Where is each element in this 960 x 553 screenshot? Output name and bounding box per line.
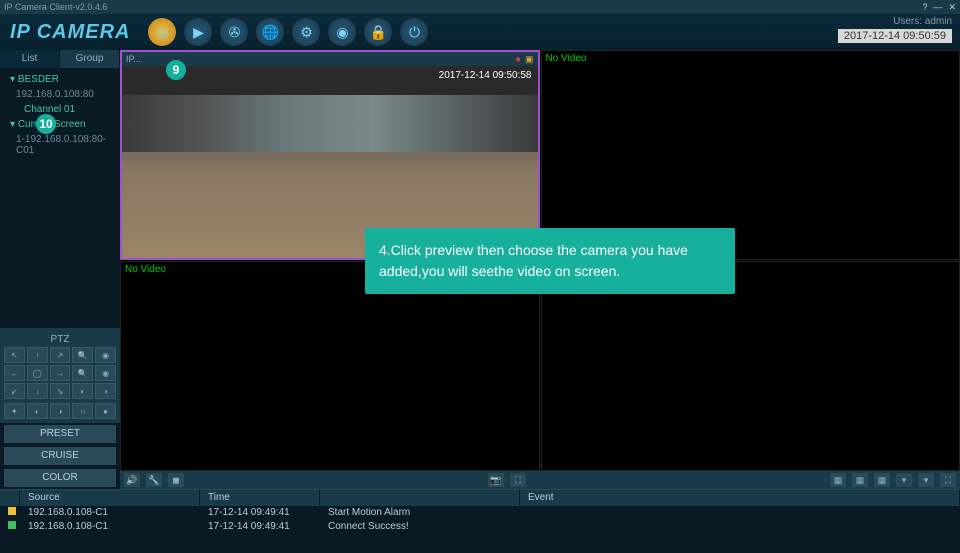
no-video-label: No Video bbox=[125, 264, 166, 275]
log-table: Source Time Event 192.168.0.108-C1 17-12… bbox=[0, 489, 960, 553]
ptz-extra2[interactable]: ◐ bbox=[27, 403, 48, 419]
ptz-focus-out[interactable]: ◑ bbox=[95, 383, 116, 399]
web-icon[interactable]: 🌐 bbox=[256, 18, 284, 46]
col-source: Source bbox=[20, 490, 200, 506]
cell-ip: IP... bbox=[126, 54, 141, 64]
col-event: Event bbox=[520, 490, 960, 506]
tree-screen-item[interactable]: 1-192.168.0.108:80-C01 bbox=[2, 132, 118, 158]
lock-icon[interactable]: 🔒 bbox=[364, 18, 392, 46]
power-icon[interactable]: ⏻ bbox=[400, 18, 428, 46]
cruise-button[interactable]: CRUISE bbox=[4, 447, 116, 465]
no-video-label: No Video bbox=[546, 53, 587, 64]
ptz-left[interactable]: ← bbox=[4, 365, 25, 381]
clock: 2017-12-14 09:50:59 bbox=[838, 29, 952, 43]
control-bar: 🔊 🔧 ◼ 📷 ⛶ ▦ ▦ ▦ ▾ ▾ ⛶ bbox=[120, 471, 960, 489]
layout-1-icon[interactable]: ▦ bbox=[830, 473, 846, 487]
ok-icon bbox=[8, 521, 16, 529]
app-title: IP Camera Client-v2.0.4.6 bbox=[4, 2, 107, 12]
header: IP CAMERA ◎ ▶ ✇ 🌐 ⚙ ◉ 🔒 ⏻ Users: admin 2… bbox=[0, 14, 960, 50]
ptz-upright[interactable]: ↗ bbox=[50, 347, 71, 363]
settings-icon[interactable]: ⚙ bbox=[292, 18, 320, 46]
tab-list[interactable]: List bbox=[0, 50, 60, 68]
layout-2-icon[interactable]: ▦ bbox=[852, 473, 868, 487]
device-tree: ▾ BESDER 192.168.0.108:80 Channel 01 ▾ C… bbox=[0, 68, 120, 328]
col-time: Time bbox=[200, 490, 320, 506]
help-icon[interactable]: ? bbox=[922, 2, 927, 13]
log-row[interactable]: 192.168.0.108-C1 17-12-14 09:49:41 Start… bbox=[0, 506, 960, 520]
audio-icon[interactable]: 🔊 bbox=[124, 473, 140, 487]
ptz-extra4[interactable]: ○ bbox=[72, 403, 93, 419]
sidebar: List Group ▾ BESDER 192.168.0.108:80 Cha… bbox=[0, 50, 120, 489]
expand-icon[interactable]: ⛶ bbox=[940, 473, 956, 487]
logo: IP CAMERA bbox=[0, 21, 140, 44]
ptz-focus-in[interactable]: ◐ bbox=[72, 383, 93, 399]
minimize-icon[interactable]: — bbox=[933, 2, 942, 13]
instruction-callout: 4.Click preview then choose the camera y… bbox=[365, 228, 735, 294]
ptz-extra1[interactable]: ✦ bbox=[4, 403, 25, 419]
color-button[interactable]: COLOR bbox=[4, 469, 116, 487]
ptz-center[interactable]: ◯ bbox=[27, 365, 48, 381]
layout-3-icon[interactable]: ▦ bbox=[874, 473, 890, 487]
ptz-dnright[interactable]: ↘ bbox=[50, 383, 71, 399]
preset-button[interactable]: PRESET bbox=[4, 425, 116, 443]
playback-icon[interactable]: ▶ bbox=[184, 18, 212, 46]
tree-channel[interactable]: Channel 01 bbox=[2, 102, 118, 117]
dropdown-icon[interactable]: ▾ bbox=[896, 473, 912, 487]
preview-icon[interactable]: ◎ bbox=[148, 18, 176, 46]
record-icon[interactable]: ✇ bbox=[220, 18, 248, 46]
ptz-zoom-out[interactable]: 🔍 bbox=[72, 365, 93, 381]
badge-10: 10 bbox=[36, 114, 56, 134]
warn-icon bbox=[8, 507, 16, 515]
tab-group[interactable]: Group bbox=[60, 50, 120, 68]
rec-icon[interactable]: ● bbox=[516, 54, 521, 65]
users-label: Users: admin bbox=[838, 16, 952, 27]
ptz-down[interactable]: ↓ bbox=[27, 383, 48, 399]
ptz-title: PTZ bbox=[4, 332, 116, 347]
ptz-dnleft[interactable]: ↙ bbox=[4, 383, 25, 399]
video-timestamp: 2017-12-14 09:50:58 bbox=[439, 70, 532, 81]
stop-icon[interactable]: ◼ bbox=[168, 473, 184, 487]
tool-icon[interactable]: 🔧 bbox=[146, 473, 162, 487]
dropdown2-icon[interactable]: ▾ bbox=[918, 473, 934, 487]
log-row[interactable]: 192.168.0.108-C1 17-12-14 09:49:41 Conne… bbox=[0, 520, 960, 534]
ptz-right[interactable]: → bbox=[50, 365, 71, 381]
config-icon[interactable]: ◉ bbox=[328, 18, 356, 46]
ptz-extra5[interactable]: ● bbox=[95, 403, 116, 419]
cam-icon[interactable]: ▣ bbox=[525, 54, 534, 65]
ptz-extra3[interactable]: ◑ bbox=[50, 403, 71, 419]
ptz-aux2[interactable]: ◉ bbox=[95, 365, 116, 381]
close-icon[interactable]: ✕ bbox=[948, 2, 956, 13]
col-desc bbox=[320, 490, 520, 506]
ptz-panel: PTZ ↖ ↑ ↗ 🔍 ◉ ← ◯ → 🔍 ◉ ↙ ↓ ↘ ◐ ◑ ✦ ◐ bbox=[0, 328, 120, 423]
tree-current[interactable]: ▾ Current Screen bbox=[2, 117, 118, 132]
fullscreen-icon[interactable]: ⛶ bbox=[510, 473, 526, 487]
ptz-aux1[interactable]: ◉ bbox=[95, 347, 116, 363]
tree-ip[interactable]: 192.168.0.108:80 bbox=[2, 87, 118, 102]
snap-icon[interactable]: 📷 bbox=[488, 473, 504, 487]
titlebar: IP Camera Client-v2.0.4.6 ? — ✕ bbox=[0, 0, 960, 14]
tree-root[interactable]: ▾ BESDER bbox=[2, 72, 118, 87]
ptz-up[interactable]: ↑ bbox=[27, 347, 48, 363]
ptz-upleft[interactable]: ↖ bbox=[4, 347, 25, 363]
ptz-zoom-in[interactable]: 🔍 bbox=[72, 347, 93, 363]
badge-9: 9 bbox=[166, 60, 186, 80]
